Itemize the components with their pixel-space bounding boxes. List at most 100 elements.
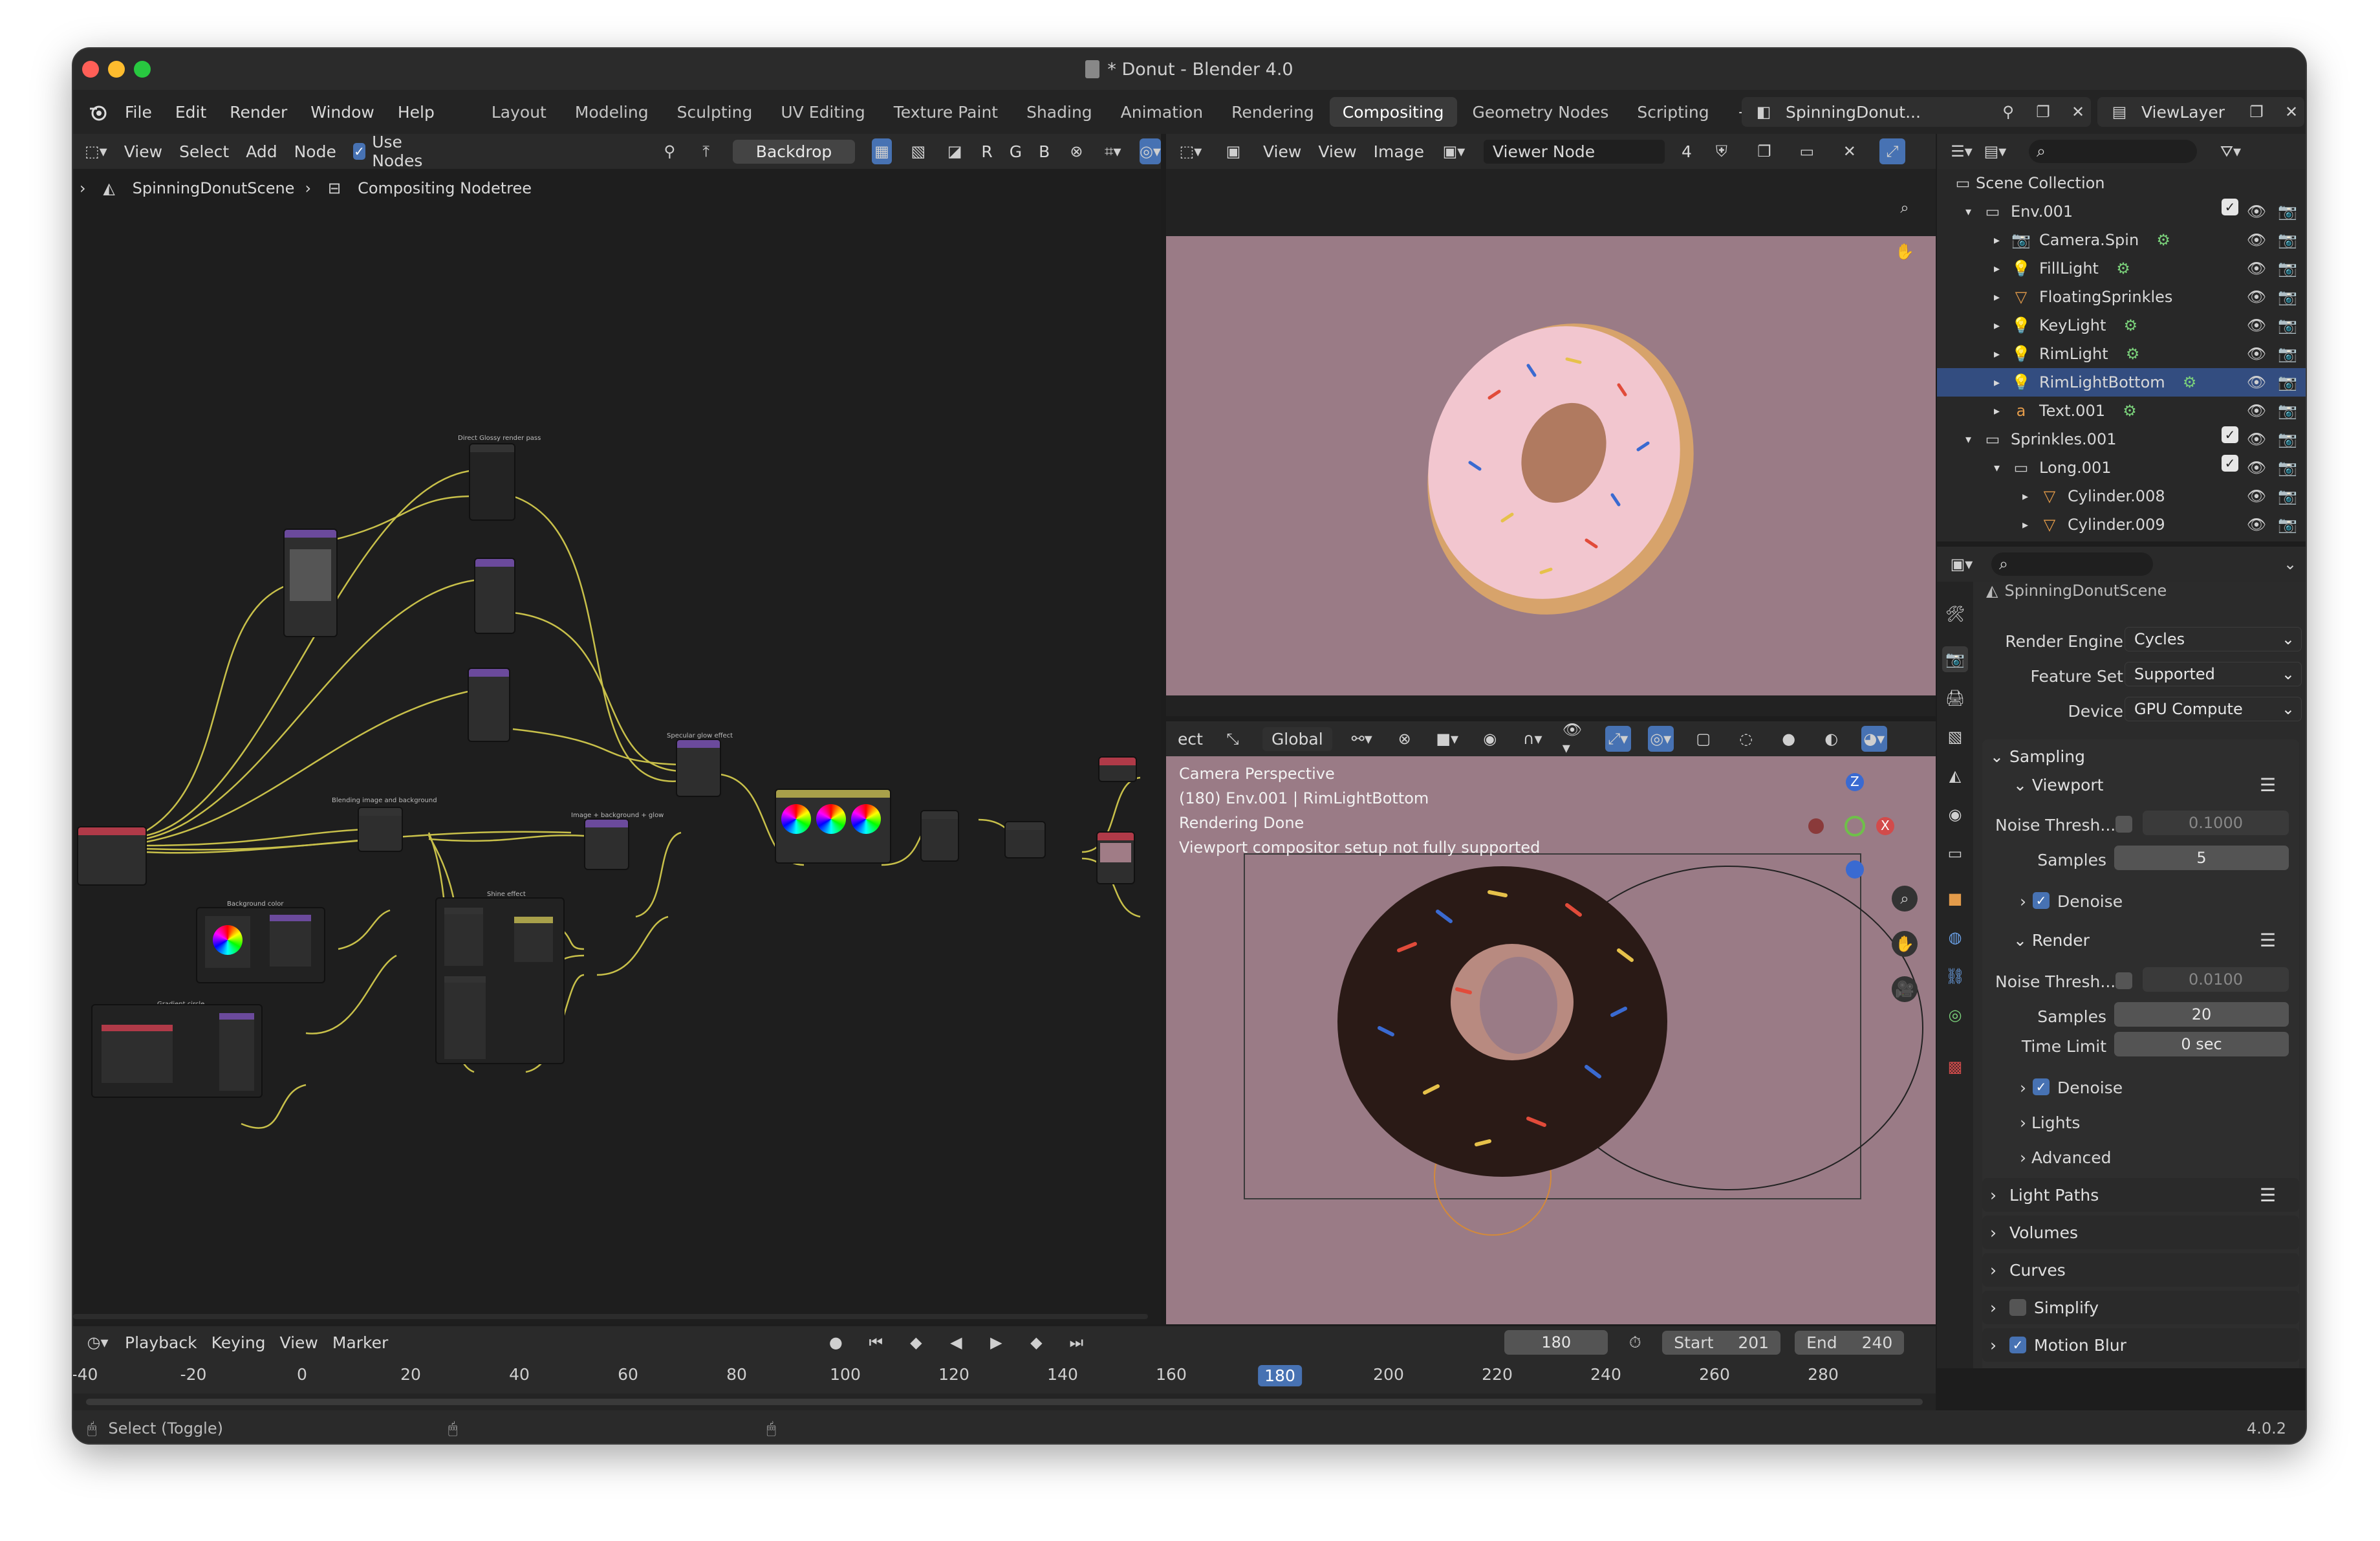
xray-icon[interactable]: ▢	[1691, 726, 1716, 752]
disclosure-right-icon[interactable]: ▸	[1994, 234, 2008, 247]
image-browse-icon[interactable]: ▣▾	[1441, 138, 1467, 164]
disclosure-right-icon[interactable]: ▸	[1994, 347, 2008, 361]
shine-effect-frame[interactable]	[435, 897, 565, 1064]
timeline-menu-marker[interactable]: Marker	[332, 1333, 388, 1352]
open-image-icon[interactable]: ▭	[1794, 138, 1820, 164]
image-editor[interactable]: ⬚▾ ▣ View View Image ▣▾ Viewer Node 4 ⛨ …	[1166, 134, 1936, 716]
render-layers-node[interactable]	[77, 826, 147, 886]
unlink-image-icon[interactable]: ✕	[1837, 138, 1863, 164]
chevron-down-icon[interactable]: ⌄	[1990, 747, 2004, 766]
render-camera-icon[interactable]: 📷	[2275, 426, 2300, 452]
image-background-node[interactable]	[584, 818, 629, 870]
data-tab-icon[interactable]: ◎	[1942, 1002, 1968, 1028]
render-noise-checkbox[interactable]	[2115, 972, 2132, 989]
outliner-search-input[interactable]: ⌕	[2029, 140, 2197, 163]
outliner-row[interactable]: ▸ 💡 KeyLight ⚙ 👁 📷	[1937, 311, 2306, 340]
outliner-row[interactable]: ▸ 💡 FillLight ⚙ 👁 📷	[1937, 254, 2306, 283]
outliner-row[interactable]: ▸ 💡 RimLightBottom ⚙ 👁 📷	[1937, 368, 2306, 397]
text-data-icon[interactable]: ⚙	[2117, 398, 2143, 424]
falloff-icon[interactable]: ∩▾	[1520, 726, 1546, 752]
outliner-row[interactable]: ▾ ▭ Long.001 ✓ 👁 📷	[1937, 454, 2306, 482]
simplify-panel[interactable]: › Simplify	[1982, 1291, 2299, 1324]
pivot-icon[interactable]: ⚯▾	[1349, 726, 1375, 752]
timeline-menu-view[interactable]: View	[280, 1333, 318, 1352]
viewport-denoise-row[interactable]: › ✓ Denoise	[1973, 887, 2306, 915]
view-layer-selector[interactable]: ▤ ViewLayer ❐ ✕	[2097, 97, 2304, 127]
outliner-row[interactable]: ▾ ▭ Sprinkles.001 ✓ 👁 📷	[1937, 425, 2306, 454]
scene-collection-row[interactable]: ▭ Scene Collection	[1937, 169, 2306, 197]
direct-glossy-node[interactable]	[469, 443, 515, 521]
menu-help[interactable]: Help	[386, 103, 446, 122]
menu-render[interactable]: Render	[218, 103, 299, 122]
render-denoise-row[interactable]: › ✓ Denoise	[1973, 1073, 2306, 1102]
compositor-node-editor[interactable]: ⬚▾ View Select Add Node ✓ Use Nodes ⚲ ⤒ …	[73, 134, 1161, 1324]
render-noise-field[interactable]: 0.0100	[2143, 967, 2289, 992]
render-camera-icon[interactable]: 📷	[2275, 369, 2300, 395]
3d-viewport[interactable]: ect ⤡ Global ⚯▾ ⊗ ■▾ ◉ ∩▾ 👁▾ ⤢▾ ◎▾ ▢ ◌ ●…	[1166, 721, 1936, 1324]
feature-set-dropdown[interactable]: Supported ⌄	[2125, 662, 2302, 686]
lights-subpanel[interactable]: › Lights	[1973, 1108, 2306, 1137]
motion-blur-panel[interactable]: › ✓ Motion Blur	[1982, 1328, 2299, 1362]
play-icon[interactable]: ▶	[983, 1329, 1009, 1355]
render-camera-icon[interactable]: 📷	[2275, 227, 2300, 253]
sampling-header[interactable]: Sampling	[2009, 747, 2085, 766]
visibility-eye-icon[interactable]: 👁	[2244, 483, 2269, 509]
new-image-icon[interactable]: ❐	[1751, 138, 1777, 164]
timeline-menu-keying[interactable]: Keying	[211, 1333, 266, 1352]
tool-tab-icon[interactable]: 🛠	[1942, 601, 1968, 627]
blending-node[interactable]	[358, 807, 403, 852]
outliner[interactable]: ☰▾ ▤▾ ⌕ ⛛▾ ▭ Scene Collection ▾ ▭ Env.001 ✓…	[1937, 134, 2306, 541]
viewport-samples-field[interactable]: 5	[2114, 846, 2289, 870]
delete-view-layer-icon[interactable]: ✕	[2278, 99, 2304, 125]
render-samples-field[interactable]: 20	[2114, 1002, 2289, 1027]
disclosure-right-icon[interactable]: ▸	[1994, 319, 2008, 333]
filter-icon[interactable]: ⛛▾	[2218, 138, 2244, 164]
tab-scripting[interactable]: Scripting	[1624, 97, 1722, 127]
editor-type-icon[interactable]: ◷▾	[85, 1329, 111, 1355]
pin-icon[interactable]: ⚲	[1995, 99, 2021, 125]
image-mode-icon[interactable]: ▣	[1220, 138, 1246, 164]
jump-end-icon[interactable]: ⏭	[1063, 1329, 1089, 1355]
material-shading-icon[interactable]: ◐	[1819, 726, 1844, 752]
editor-type-icon[interactable]: ▣▾	[1949, 551, 1974, 577]
render-camera-icon[interactable]: 📷	[2275, 341, 2300, 367]
exclude-checkbox[interactable]: ✓	[2222, 455, 2238, 472]
render-subpanel-header[interactable]: ⌄ Render	[2013, 931, 2090, 950]
advanced-subpanel[interactable]: › Advanced	[1973, 1143, 2306, 1172]
render-camera-icon[interactable]: 📷	[2275, 483, 2300, 509]
specular-glow-node[interactable]	[676, 739, 721, 797]
editor-type-icon[interactable]: ☰▾	[1949, 138, 1974, 164]
tab-sculpting[interactable]: Sculpting	[664, 97, 766, 127]
timeline[interactable]: ◷▾ Playback Keying View Marker ● ⏮ ◆ ◀ ▶…	[73, 1326, 1936, 1410]
render-camera-icon[interactable]: 📷	[2275, 312, 2300, 338]
visibility-eye-icon[interactable]: 👁	[2244, 426, 2269, 452]
render-tab-icon[interactable]: 📷	[1942, 646, 1968, 672]
image-name-field[interactable]: Viewer Node	[1483, 139, 1665, 164]
visibility-eye-icon[interactable]: 👁	[2244, 284, 2269, 310]
visibility-icon[interactable]: 👁▾	[1563, 721, 1588, 757]
overlay-icon[interactable]: ◎▾	[1647, 726, 1674, 752]
menu-window[interactable]: Window	[299, 103, 386, 122]
motion-blur-checkbox[interactable]: ✓	[2009, 1337, 2026, 1353]
curves-panel[interactable]: › Curves	[1982, 1253, 2299, 1287]
current-frame-indicator[interactable]: 180	[1258, 1365, 1302, 1386]
volumes-panel[interactable]: › Volumes	[1982, 1216, 2299, 1249]
zoom-window-button[interactable]	[134, 61, 151, 78]
list-icon[interactable]: ☰	[2260, 930, 2276, 951]
transform-orientation-dropdown[interactable]: Global	[1262, 727, 1332, 751]
delete-scene-icon[interactable]: ✕	[2065, 99, 2091, 125]
outliner-row[interactable]: ▸ 💡 RimLight ⚙ 👁 📷	[1937, 340, 2306, 368]
filter-node[interactable]	[920, 810, 959, 862]
tab-geometry-nodes[interactable]: Geometry Nodes	[1460, 97, 1622, 127]
render-camera-icon[interactable]: 📷	[2275, 455, 2300, 481]
chevron-down-icon[interactable]: ⌄	[2277, 551, 2303, 577]
disclosure-right-icon[interactable]: ▸	[2022, 518, 2037, 532]
world-tab-icon[interactable]: ◉	[1942, 802, 1968, 827]
tab-rendering[interactable]: Rendering	[1218, 97, 1327, 127]
tab-animation[interactable]: Animation	[1108, 97, 1216, 127]
render-engine-dropdown[interactable]: Cycles ⌄	[2125, 627, 2302, 651]
properties-editor[interactable]: ▣▾ ⌕ ⌄ 🛠 📷 🖨 ▧ ◭ ◉ ▭ ■ ◍ ⛓ ◎ ▩ ◭ Spinning…	[1937, 547, 2306, 1368]
pan-hand-icon[interactable]: ✋	[1892, 239, 1918, 265]
render-camera-icon[interactable]: 📷	[2275, 398, 2300, 424]
proportional-edit-icon[interactable]: ◉	[1477, 726, 1503, 752]
